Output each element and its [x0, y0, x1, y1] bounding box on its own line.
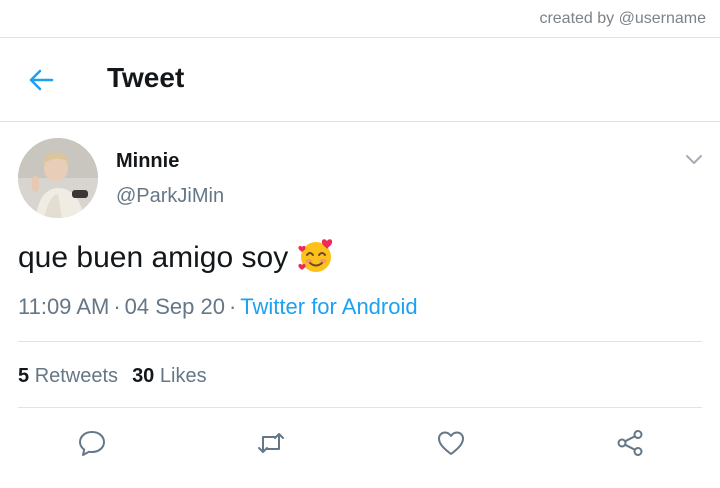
author-name[interactable]: Minnie — [116, 150, 179, 173]
likes-stat[interactable]: 30 Likes — [132, 365, 207, 387]
divider — [18, 407, 702, 408]
page-title: Tweet — [107, 62, 185, 93]
author-handle[interactable]: @ParkJiMin — [116, 185, 224, 208]
retweets-stat[interactable]: 5 Retweets — [18, 365, 118, 387]
divider — [0, 121, 720, 122]
header-bar: Tweet — [0, 38, 720, 122]
tweet-metadata: 11:09 AM · 04 Sep 20 · Twitter for Android — [18, 294, 418, 320]
share-icon[interactable] — [615, 428, 645, 458]
divider — [18, 341, 702, 342]
back-arrow-icon[interactable] — [27, 66, 55, 94]
retweets-label: Retweets — [34, 365, 119, 387]
retweet-icon[interactable] — [256, 428, 286, 458]
smiling-face-with-hearts-icon — [297, 237, 335, 275]
separator: · — [113, 294, 121, 319]
tweet-date: 04 Sep 20 — [124, 294, 225, 319]
tweet-stats: 5 Retweets 30 Likes — [18, 365, 207, 388]
avatar[interactable] — [18, 138, 98, 218]
like-icon[interactable] — [436, 428, 466, 458]
likes-count: 30 — [132, 365, 155, 387]
tweet-text-content: que buen amigo soy — [18, 241, 289, 274]
watermark: created by @username — [539, 10, 706, 27]
reply-icon[interactable] — [77, 428, 107, 458]
tweet-text: que buen amigo soy — [18, 239, 335, 275]
tweet-source-link[interactable]: Twitter for Android — [240, 294, 417, 319]
likes-label: Likes — [159, 365, 207, 387]
separator: · — [228, 294, 237, 319]
tweet-time: 11:09 AM — [18, 294, 110, 319]
chevron-down-icon[interactable] — [684, 152, 704, 168]
retweets-count: 5 — [18, 365, 30, 387]
